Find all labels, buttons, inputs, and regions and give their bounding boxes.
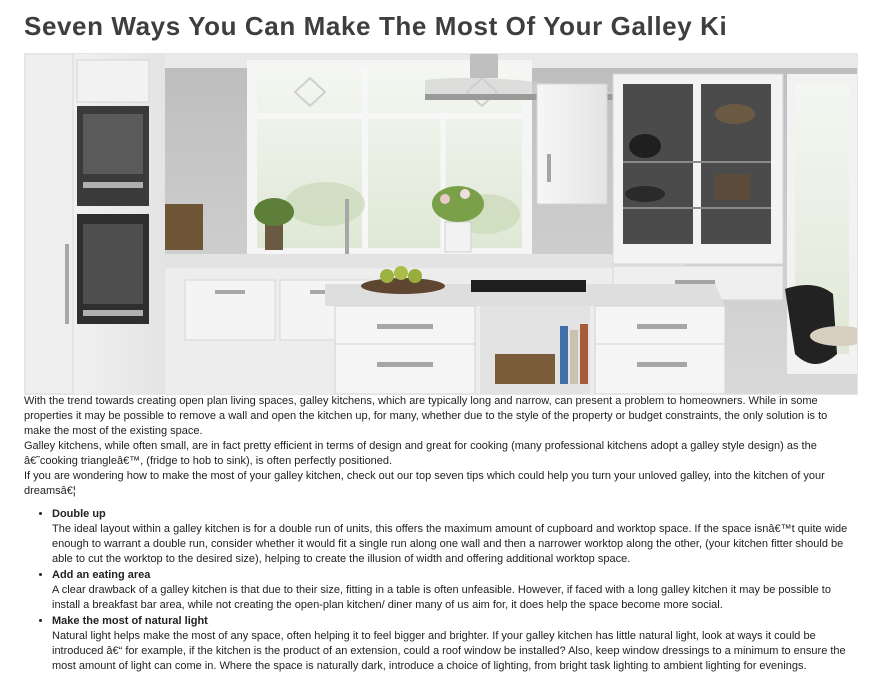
intro-paragraph-2: Galley kitchens, while often small, are … xyxy=(24,440,817,467)
tip-heading: Double up xyxy=(52,508,106,520)
article-page: Seven Ways You Can Make The Most Of Your… xyxy=(0,0,887,682)
intro-paragraph-1: With the trend towards creating open pla… xyxy=(24,395,828,437)
article-body: With the trend towards creating open pla… xyxy=(24,394,856,675)
list-item: Add an eating area A clear drawback of a… xyxy=(52,568,856,613)
tip-heading: Add an eating area xyxy=(52,569,151,581)
tip-body: Natural light helps make the most of any… xyxy=(52,630,846,672)
tip-heading: Make the most of natural light xyxy=(52,615,208,627)
tip-body: The ideal layout within a galley kitchen… xyxy=(52,523,848,565)
kitchen-photo xyxy=(24,53,858,395)
tips-list: Double up The ideal layout within a gall… xyxy=(24,507,856,674)
tip-body: A clear drawback of a galley kitchen is … xyxy=(52,584,831,611)
intro-paragraph-3: If you are wondering how to make the mos… xyxy=(24,470,825,497)
list-item: Double up The ideal layout within a gall… xyxy=(52,507,856,567)
article-title: Seven Ways You Can Make The Most Of Your… xyxy=(24,11,728,41)
list-item: Make the most of natural light Natural l… xyxy=(52,614,856,674)
